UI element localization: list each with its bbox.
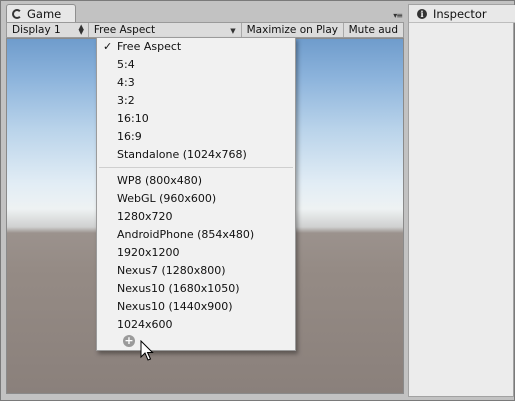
- menu-item-nexus7[interactable]: Nexus7 (1280x800): [97, 262, 295, 280]
- game-controller-icon: [12, 8, 22, 19]
- aspect-selector-label: Free Aspect: [93, 24, 156, 36]
- maximize-on-play-label: Maximize on Play: [246, 24, 339, 36]
- menu-item-4-3[interactable]: 4:3: [97, 74, 295, 92]
- aspect-selector[interactable]: Free Aspect ▼: [89, 23, 242, 37]
- menu-item-free-aspect[interactable]: ✓ Free Aspect: [97, 38, 295, 56]
- menu-separator: [99, 167, 293, 168]
- aspect-group-platform: WP8 (800x480) WebGL (960x600) 1280x720 A…: [97, 172, 295, 334]
- checkmark-icon: ✓: [103, 40, 113, 53]
- plus-circle-icon[interactable]: +: [123, 335, 135, 347]
- mouse-cursor-icon: [140, 340, 154, 361]
- mute-audio-label: Mute aud: [348, 24, 398, 36]
- aspect-dropdown-menu: ✓ Free Aspect 5:4 4:3 3:2 16:10 16:9 Stan…: [96, 37, 296, 351]
- aspect-group-standard: ✓ Free Aspect 5:4 4:3 3:2 16:10 16:9 Stan…: [97, 38, 295, 164]
- menu-item-nexus10-1680[interactable]: Nexus10 (1680x1050): [97, 280, 295, 298]
- tab-inspector-label: Inspector: [433, 6, 487, 21]
- maximize-on-play-button[interactable]: Maximize on Play: [242, 23, 344, 37]
- panel-menu-icon[interactable]: ▾≡: [388, 10, 403, 20]
- tab-inspector[interactable]: i Inspector: [409, 5, 515, 23]
- menu-item-3-2[interactable]: 3:2: [97, 92, 295, 110]
- menu-item-16-10[interactable]: 16:10: [97, 110, 295, 128]
- game-toolbar: Display 1 ▲ ▼ Free Aspect ▼ Maximize on P…: [6, 22, 404, 38]
- mute-audio-button[interactable]: Mute aud: [344, 23, 403, 37]
- inspector-panel: i Inspector: [408, 4, 515, 397]
- tab-game-label: Game: [27, 6, 62, 21]
- display-selector-label: Display 1: [12, 24, 61, 36]
- menu-item-webgl[interactable]: WebGL (960x600): [97, 190, 295, 208]
- menu-item-1024x600[interactable]: 1024x600: [97, 316, 295, 334]
- menu-item-androidphone[interactable]: AndroidPhone (854x480): [97, 226, 295, 244]
- menu-item-1920x1200[interactable]: 1920x1200: [97, 244, 295, 262]
- menu-item-1280x720[interactable]: 1280x720: [97, 208, 295, 226]
- display-selector[interactable]: Display 1 ▲ ▼: [7, 23, 89, 37]
- menu-item-16-9[interactable]: 16:9: [97, 128, 295, 146]
- menu-item-nexus10-1440[interactable]: Nexus10 (1440x900): [97, 298, 295, 316]
- menu-item-5-4[interactable]: 5:4: [97, 56, 295, 74]
- chevron-down-icon: ▼: [230, 27, 236, 35]
- info-icon: i: [417, 8, 427, 19]
- menu-item-standalone[interactable]: Standalone (1024x768): [97, 146, 295, 164]
- menu-item-wp8[interactable]: WP8 (800x480): [97, 172, 295, 190]
- stepper-arrows-icon: ▲ ▼: [78, 23, 84, 36]
- tab-game[interactable]: Game: [6, 4, 76, 22]
